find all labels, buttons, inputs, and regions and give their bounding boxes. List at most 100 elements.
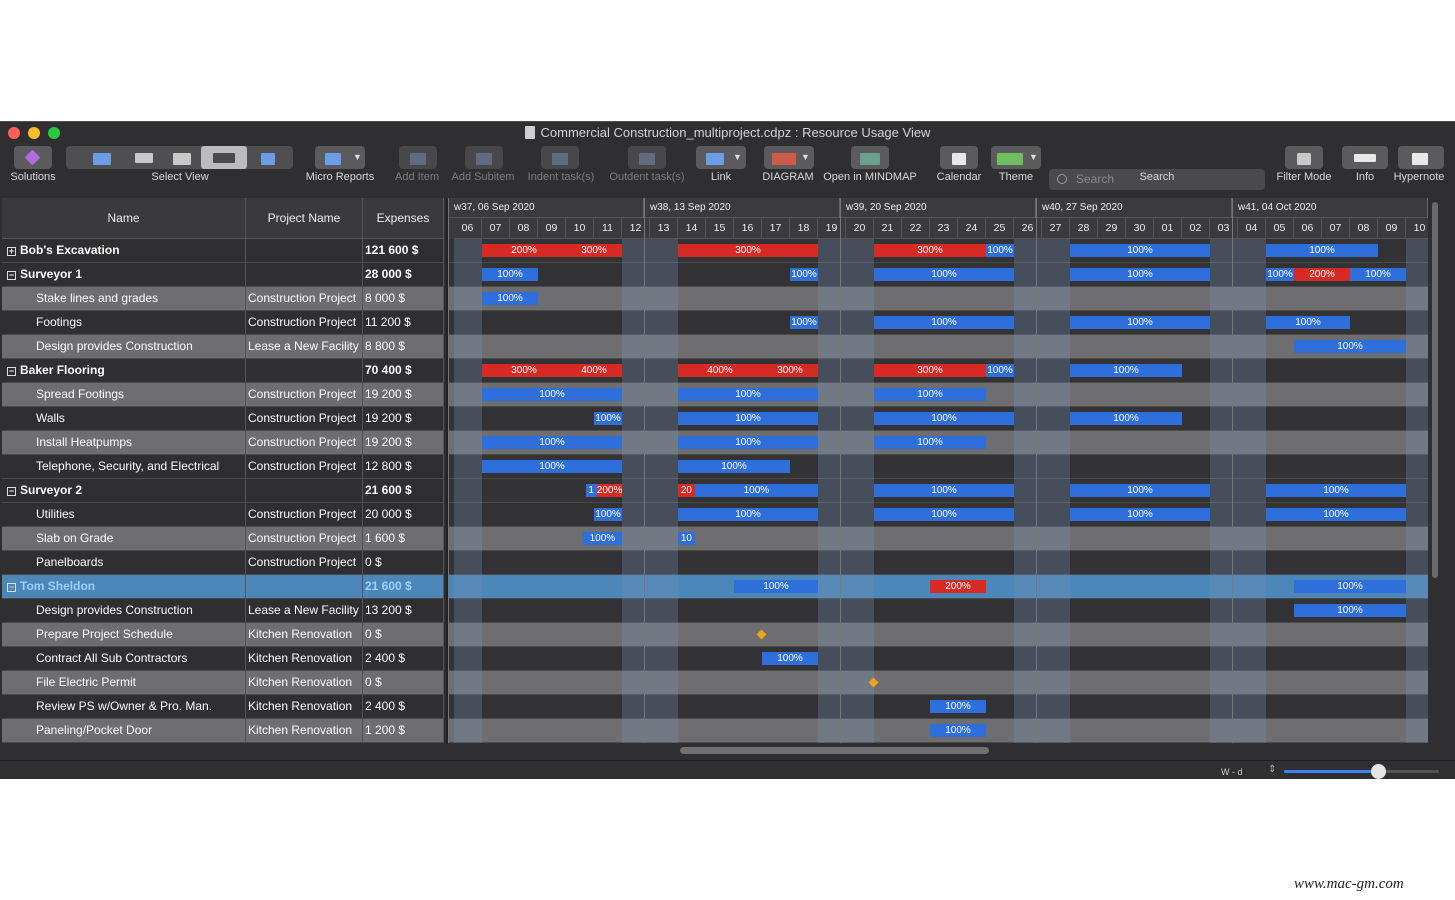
task-row[interactable]: Spread Footings Construction Project 19 20… (2, 383, 444, 407)
allocation-bar[interactable]: 100% (678, 412, 818, 425)
overallocation-bar[interactable]: 300% (482, 364, 566, 377)
column-header-project[interactable]: Project Name (246, 198, 363, 239)
task-row[interactable]: Review PS w/Owner & Pro. Man. Kitchen Ren… (2, 695, 444, 719)
outdent-button[interactable] (628, 146, 666, 169)
open-in-mindmap-button[interactable] (851, 146, 889, 169)
overallocation-bar[interactable]: 300% (762, 364, 818, 377)
collapse-icon[interactable]: − (7, 487, 16, 496)
diagram-button[interactable]: ▼ (764, 146, 814, 169)
allocation-bar[interactable]: 100% (874, 412, 1014, 425)
allocation-bar[interactable]: 100% (678, 436, 818, 449)
task-row[interactable]: Slab on Grade Construction Project 1 600 $ (2, 527, 444, 551)
allocation-bar[interactable]: 100% (678, 388, 818, 401)
allocation-bar[interactable]: 100% (1266, 268, 1294, 281)
task-row[interactable]: Stake lines and grades Construction Proje… (2, 287, 444, 311)
allocation-bar[interactable]: 100% (678, 508, 818, 521)
overallocation-bar[interactable]: 300% (874, 364, 986, 377)
add-subitem-button[interactable] (465, 146, 503, 169)
allocation-bar[interactable]: 100% (694, 484, 818, 497)
allocation-bar[interactable]: 100% (874, 316, 1014, 329)
task-row[interactable]: Telephone, Security, and Electrical Const… (2, 455, 444, 479)
close-window-button[interactable] (8, 127, 20, 139)
allocation-bar[interactable]: 100% (1266, 244, 1378, 257)
zoom-stepper-icon[interactable]: ⇕ (1268, 764, 1276, 775)
task-row[interactable]: Panelboards Construction Project 0 $ (2, 551, 444, 575)
allocation-bar[interactable]: 100% (482, 388, 622, 401)
zoom-slider-knob[interactable] (1371, 764, 1386, 779)
filter-mode-button[interactable] (1285, 146, 1323, 169)
overallocation-bar[interactable]: 300% (566, 244, 622, 257)
resource-row[interactable]: − Surveyor 2 21 600 $ (2, 479, 444, 503)
micro-reports-button[interactable]: ▼ (315, 146, 365, 169)
task-row[interactable]: Prepare Project Schedule Kitchen Renovati… (2, 623, 444, 647)
overallocation-bar[interactable]: 300% (678, 244, 818, 257)
column-header-expenses[interactable]: Expenses (363, 198, 444, 239)
minimize-window-button[interactable] (28, 127, 40, 139)
task-row[interactable]: File Electric Permit Kitchen Renovation 0 … (2, 671, 444, 695)
task-row[interactable]: Paneling/Pocket Door Kitchen Renovation 1 … (2, 719, 444, 743)
allocation-bar[interactable]: 100% (986, 364, 1014, 377)
resource-row[interactable]: − Tom Sheldon 21 600 $ (2, 575, 444, 599)
hypernote-button[interactable] (1398, 146, 1444, 169)
allocation-bar[interactable]: 10 (678, 532, 695, 545)
allocation-bar[interactable]: 100% (582, 532, 622, 545)
allocation-bar[interactable]: 100% (482, 460, 622, 473)
allocation-bar[interactable]: 100% (734, 580, 818, 593)
allocation-bar[interactable]: 100% (594, 508, 622, 521)
allocation-bar[interactable]: 100% (762, 652, 818, 665)
solutions-button[interactable] (14, 146, 52, 169)
zoom-slider[interactable] (1284, 770, 1439, 773)
overallocation-bar[interactable]: 300% (874, 244, 986, 257)
allocation-bar[interactable]: 100% (1070, 484, 1210, 497)
allocation-bar[interactable]: 100% (482, 292, 538, 305)
allocation-bar[interactable]: 100% (930, 724, 986, 737)
allocation-bar[interactable]: 100% (1266, 508, 1406, 521)
task-row[interactable]: Contract All Sub Contractors Kitchen Reno… (2, 647, 444, 671)
link-button[interactable]: ▼ (696, 146, 746, 169)
allocation-bar[interactable]: 100% (1070, 316, 1210, 329)
allocation-bar[interactable]: 1 (585, 484, 597, 497)
allocation-bar[interactable]: 100% (482, 268, 538, 281)
view-outline-button[interactable] (123, 146, 167, 169)
task-row[interactable]: Utilities Construction Project 20 000 $ (2, 503, 444, 527)
calendar-button[interactable] (940, 146, 978, 169)
allocation-bar[interactable]: 100% (790, 268, 818, 281)
allocation-bar[interactable]: 100% (874, 436, 986, 449)
allocation-bar[interactable]: 100% (1350, 268, 1406, 281)
overallocation-bar[interactable]: 20 (678, 484, 695, 497)
column-header-name[interactable]: Name (2, 198, 246, 239)
overallocation-bar[interactable]: 200% (1294, 268, 1350, 281)
zoom-window-button[interactable] (48, 127, 60, 139)
allocation-bar[interactable]: 100% (1070, 412, 1182, 425)
task-row[interactable]: Install Heatpumps Construction Project 19 … (2, 431, 444, 455)
allocation-bar[interactable]: 100% (482, 436, 622, 449)
allocation-bar[interactable]: 100% (1294, 340, 1406, 353)
task-row[interactable]: Design provides Construction Lease a New … (2, 599, 444, 623)
allocation-bar[interactable]: 100% (1266, 484, 1406, 497)
task-row[interactable]: Design provides Construction Lease a New … (2, 335, 444, 359)
info-button[interactable] (1342, 146, 1388, 169)
allocation-bar[interactable]: 100% (874, 508, 1014, 521)
overallocation-bar[interactable]: 200% (930, 580, 986, 593)
task-row[interactable]: Walls Construction Project 19 200 $ (2, 407, 444, 431)
resource-row[interactable]: − Baker Flooring 70 400 $ (2, 359, 444, 383)
add-item-button[interactable] (399, 146, 437, 169)
allocation-bar[interactable]: 100% (790, 316, 818, 329)
horizontal-scrollbar[interactable] (680, 747, 989, 754)
overallocation-bar[interactable]: 400% (566, 364, 622, 377)
overallocation-bar[interactable]: 400% (678, 364, 762, 377)
allocation-bar[interactable]: 100% (1070, 244, 1210, 257)
collapse-icon[interactable]: − (7, 583, 16, 592)
allocation-bar[interactable]: 100% (678, 460, 790, 473)
vertical-scrollbar[interactable] (1432, 202, 1438, 578)
indent-button[interactable] (541, 146, 579, 169)
allocation-bar[interactable]: 100% (1070, 268, 1210, 281)
collapse-icon[interactable]: − (7, 271, 16, 280)
allocation-bar[interactable]: 100% (986, 244, 1014, 257)
view-gantt-button[interactable] (79, 146, 123, 169)
view-resource-usage-button[interactable] (201, 146, 247, 169)
allocation-bar[interactable]: 100% (1294, 580, 1406, 593)
allocation-bar[interactable]: 100% (1294, 604, 1406, 617)
allocation-bar[interactable]: 100% (1070, 508, 1210, 521)
allocation-bar[interactable]: 100% (1070, 364, 1182, 377)
